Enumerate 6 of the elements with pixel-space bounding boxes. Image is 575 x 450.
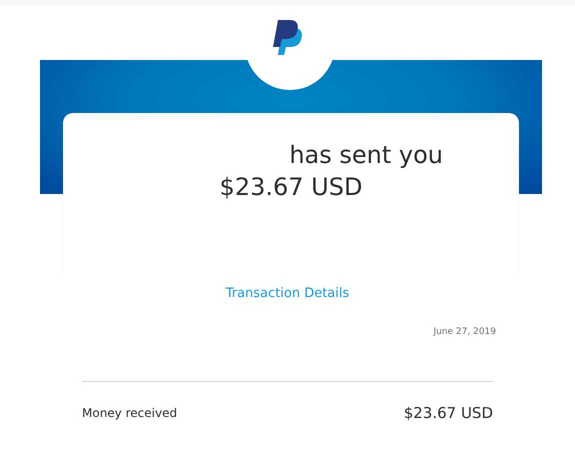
- transaction-details-link[interactable]: Transaction Details: [226, 286, 350, 301]
- sent-amount: $23.67 USD: [220, 172, 362, 203]
- message-headline: has sent you: [289, 140, 443, 171]
- transaction-date: June 27, 2019: [433, 327, 496, 337]
- summary-amount: $23.67 USD: [404, 404, 493, 422]
- summary-label: Money received: [82, 406, 178, 420]
